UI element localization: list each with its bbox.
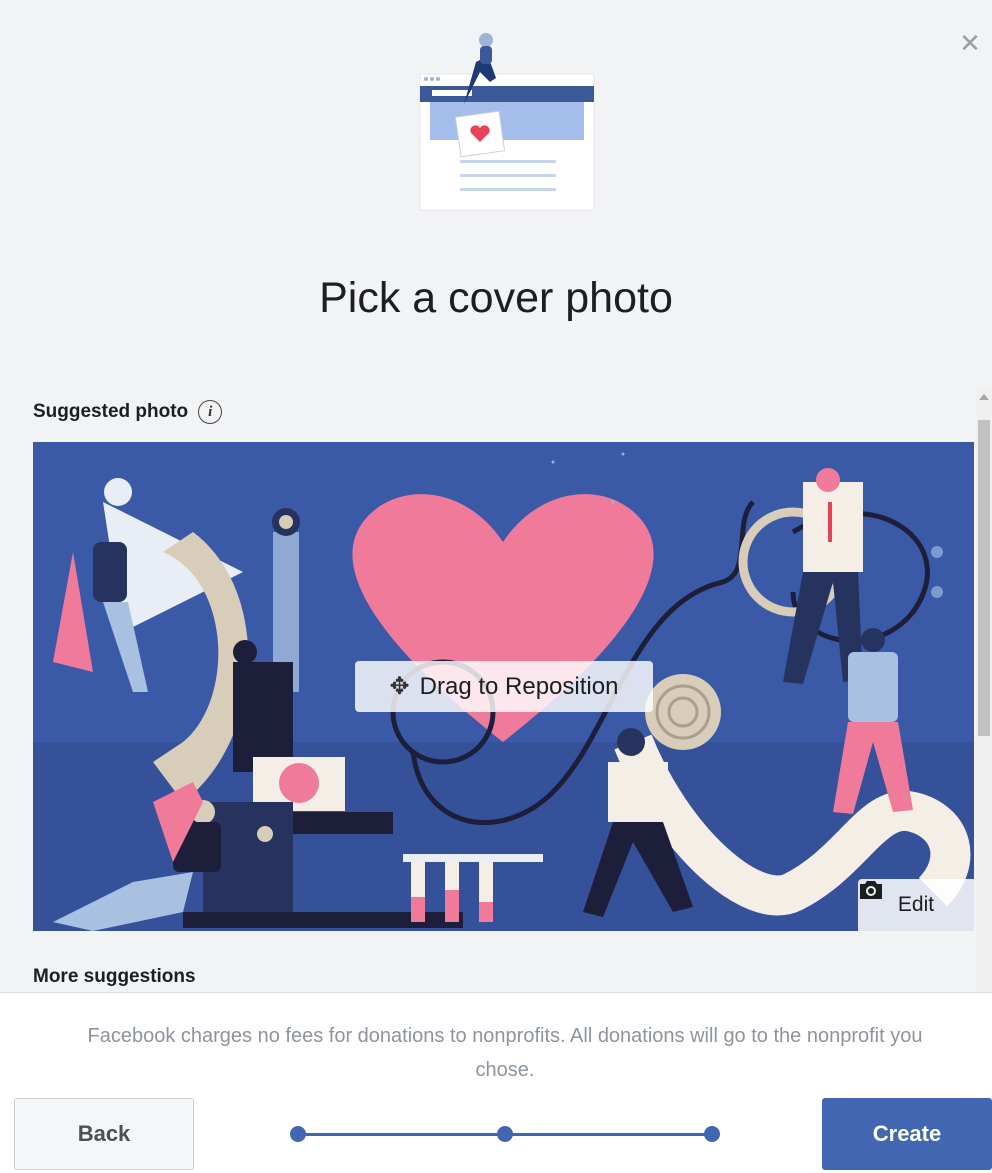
- step-dot: [497, 1126, 513, 1142]
- move-arrows-icon: ✥: [389, 672, 410, 700]
- back-button[interactable]: Back: [14, 1098, 194, 1170]
- more-suggestions-label: More suggestions: [33, 966, 196, 987]
- fundraiser-illustration: [419, 33, 595, 211]
- create-button[interactable]: Create: [822, 1098, 992, 1170]
- fee-notice: Facebook charges no fees for donations t…: [87, 1025, 923, 1081]
- cover-photo-scroll-area[interactable]: Suggested photo i ✥ Drag to Reposition E…: [0, 388, 992, 992]
- step-dot: [704, 1126, 720, 1142]
- dialog-footer: Facebook charges no fees for donations t…: [0, 992, 992, 1173]
- step-dot: [290, 1126, 306, 1142]
- close-icon[interactable]: ✕: [957, 30, 983, 56]
- progress-stepper: [290, 1123, 720, 1145]
- edit-cover-button[interactable]: Edit: [858, 879, 974, 931]
- suggested-photo-heading: Suggested photo i: [33, 400, 223, 424]
- scroll-up-arrow-icon[interactable]: [979, 394, 989, 400]
- info-icon[interactable]: i: [198, 400, 223, 424]
- dialog-title: Pick a cover photo: [319, 274, 673, 322]
- suggested-photo-label: Suggested photo: [33, 401, 189, 422]
- drag-to-reposition[interactable]: ✥ Drag to Reposition: [355, 661, 653, 712]
- scrollbar-thumb[interactable]: [978, 420, 990, 736]
- scrollbar[interactable]: [976, 388, 992, 992]
- camera-icon: [860, 881, 882, 899]
- cover-photo[interactable]: ✥ Drag to Reposition Edit: [33, 442, 974, 931]
- drag-label: Drag to Reposition: [419, 672, 619, 700]
- edit-label: Edit: [897, 893, 935, 916]
